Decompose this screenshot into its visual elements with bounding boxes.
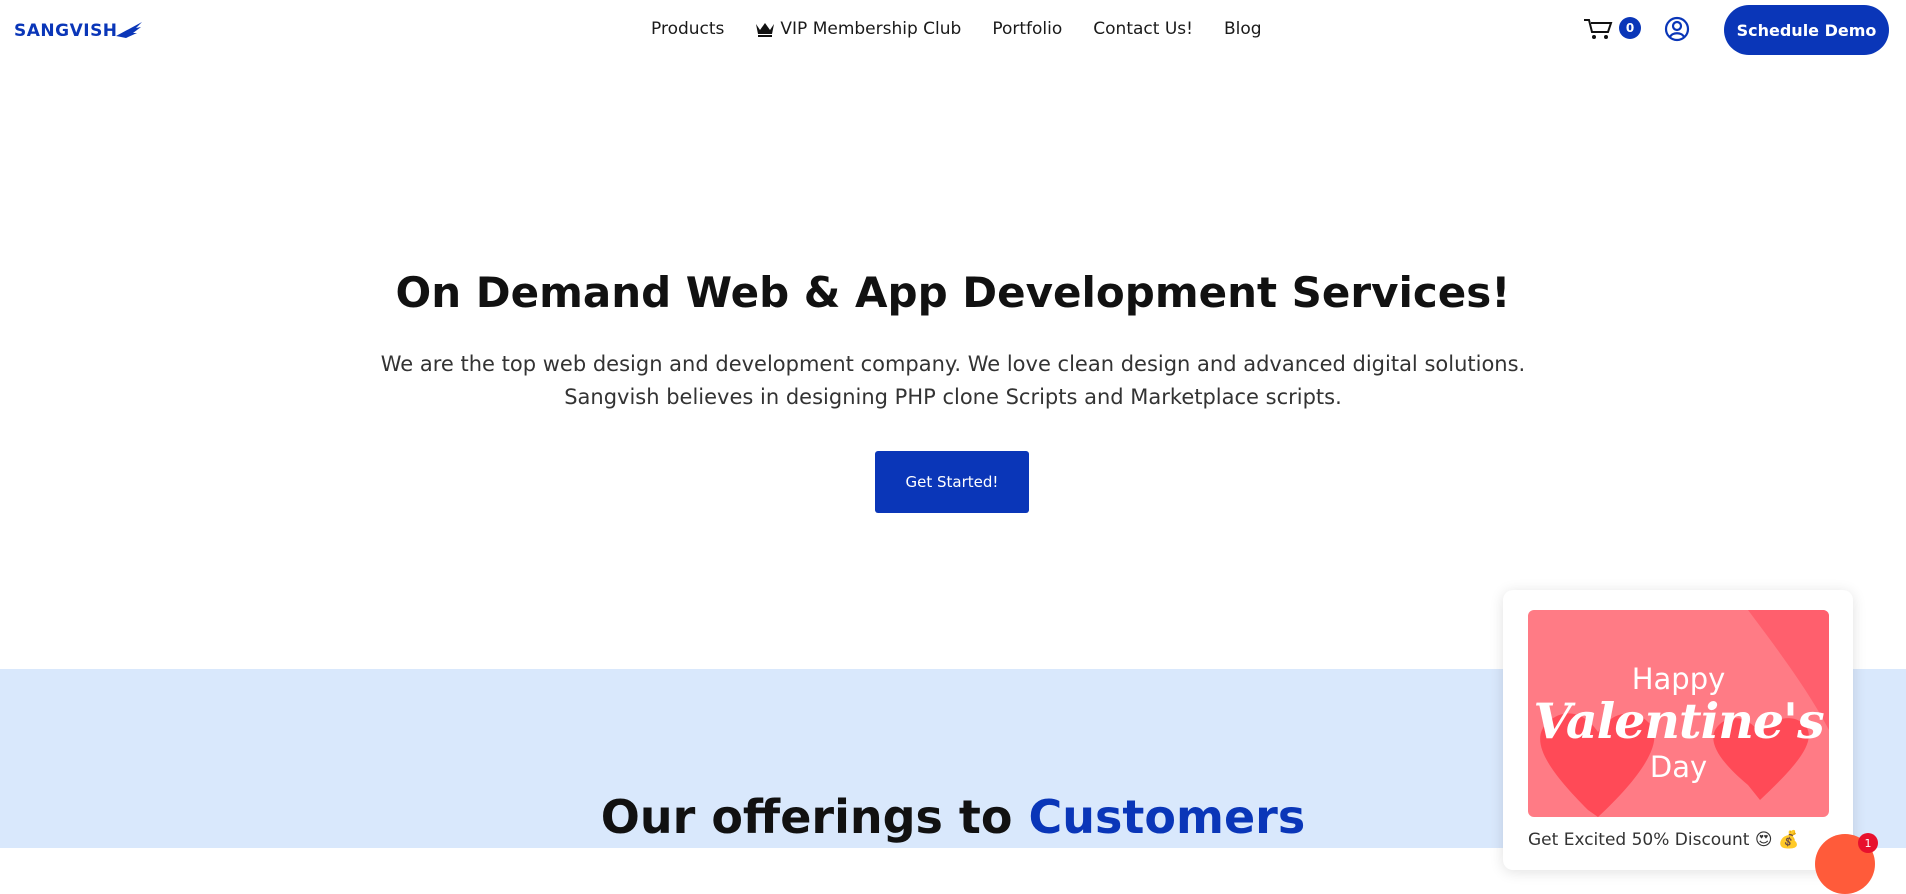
promo-day-text: Day bbox=[1649, 750, 1708, 784]
nav-item-label: Portfolio bbox=[992, 19, 1063, 39]
hero-subtitle: We are the top web design and developmen… bbox=[353, 348, 1553, 414]
nav-item-blog[interactable]: Blog bbox=[1224, 19, 1262, 39]
promo-happy-text: Happy bbox=[1631, 662, 1726, 696]
nav-item-contact[interactable]: Contact Us! bbox=[1093, 19, 1193, 39]
user-circle-icon bbox=[1664, 16, 1690, 42]
nav-item-label: VIP Membership Club bbox=[780, 19, 962, 39]
chat-notification-badge: 1 bbox=[1858, 833, 1878, 853]
offerings-title-accent: Customers bbox=[1028, 790, 1306, 844]
nav-item-portfolio[interactable]: Portfolio bbox=[992, 19, 1062, 39]
hero-subtitle-line2: Sangvish believes in designing PHP clone… bbox=[564, 385, 1342, 409]
cart-icon bbox=[1584, 19, 1613, 39]
promo-caption: Get Excited 50% Discount 😍 💰 bbox=[1528, 830, 1800, 850]
crown-icon bbox=[755, 21, 775, 37]
nav-item-vip[interactable]: VIP Membership Club bbox=[755, 19, 961, 39]
logo-text: SANGVISH bbox=[14, 21, 118, 41]
hero-subtitle-line1: We are the top web design and developmen… bbox=[380, 352, 1526, 376]
nav-item-label: Contact Us! bbox=[1093, 19, 1193, 39]
logo[interactable]: SANGVISH bbox=[14, 20, 142, 42]
wing-icon bbox=[115, 22, 142, 38]
offerings-title-prefix: Our offerings to bbox=[600, 790, 1029, 844]
account-button[interactable] bbox=[1664, 16, 1690, 42]
schedule-demo-button[interactable]: Schedule Demo bbox=[1724, 5, 1889, 55]
nav-item-label: Products bbox=[651, 19, 725, 39]
promo-valentine-text: Valentine's bbox=[1533, 692, 1824, 750]
get-started-button[interactable]: Get Started! bbox=[875, 451, 1029, 513]
promo-image[interactable]: Happy Valentine's Day bbox=[1528, 610, 1829, 817]
nav-item-label: Blog bbox=[1223, 19, 1262, 39]
promo-popup[interactable]: Happy Valentine's Day Get Excited 50% Di… bbox=[1503, 590, 1853, 870]
site-header: SANGVISH Products VIP Membership Club Po… bbox=[0, 0, 1906, 60]
cart-count-badge: 0 bbox=[1619, 17, 1641, 39]
nav-item-products[interactable]: Products bbox=[651, 19, 724, 39]
cart-button[interactable]: 0 bbox=[1582, 16, 1642, 42]
main-nav: Products VIP Membership Club Portfolio C… bbox=[651, 16, 1293, 42]
hero-title: On Demand Web & App Development Services… bbox=[395, 268, 1511, 317]
